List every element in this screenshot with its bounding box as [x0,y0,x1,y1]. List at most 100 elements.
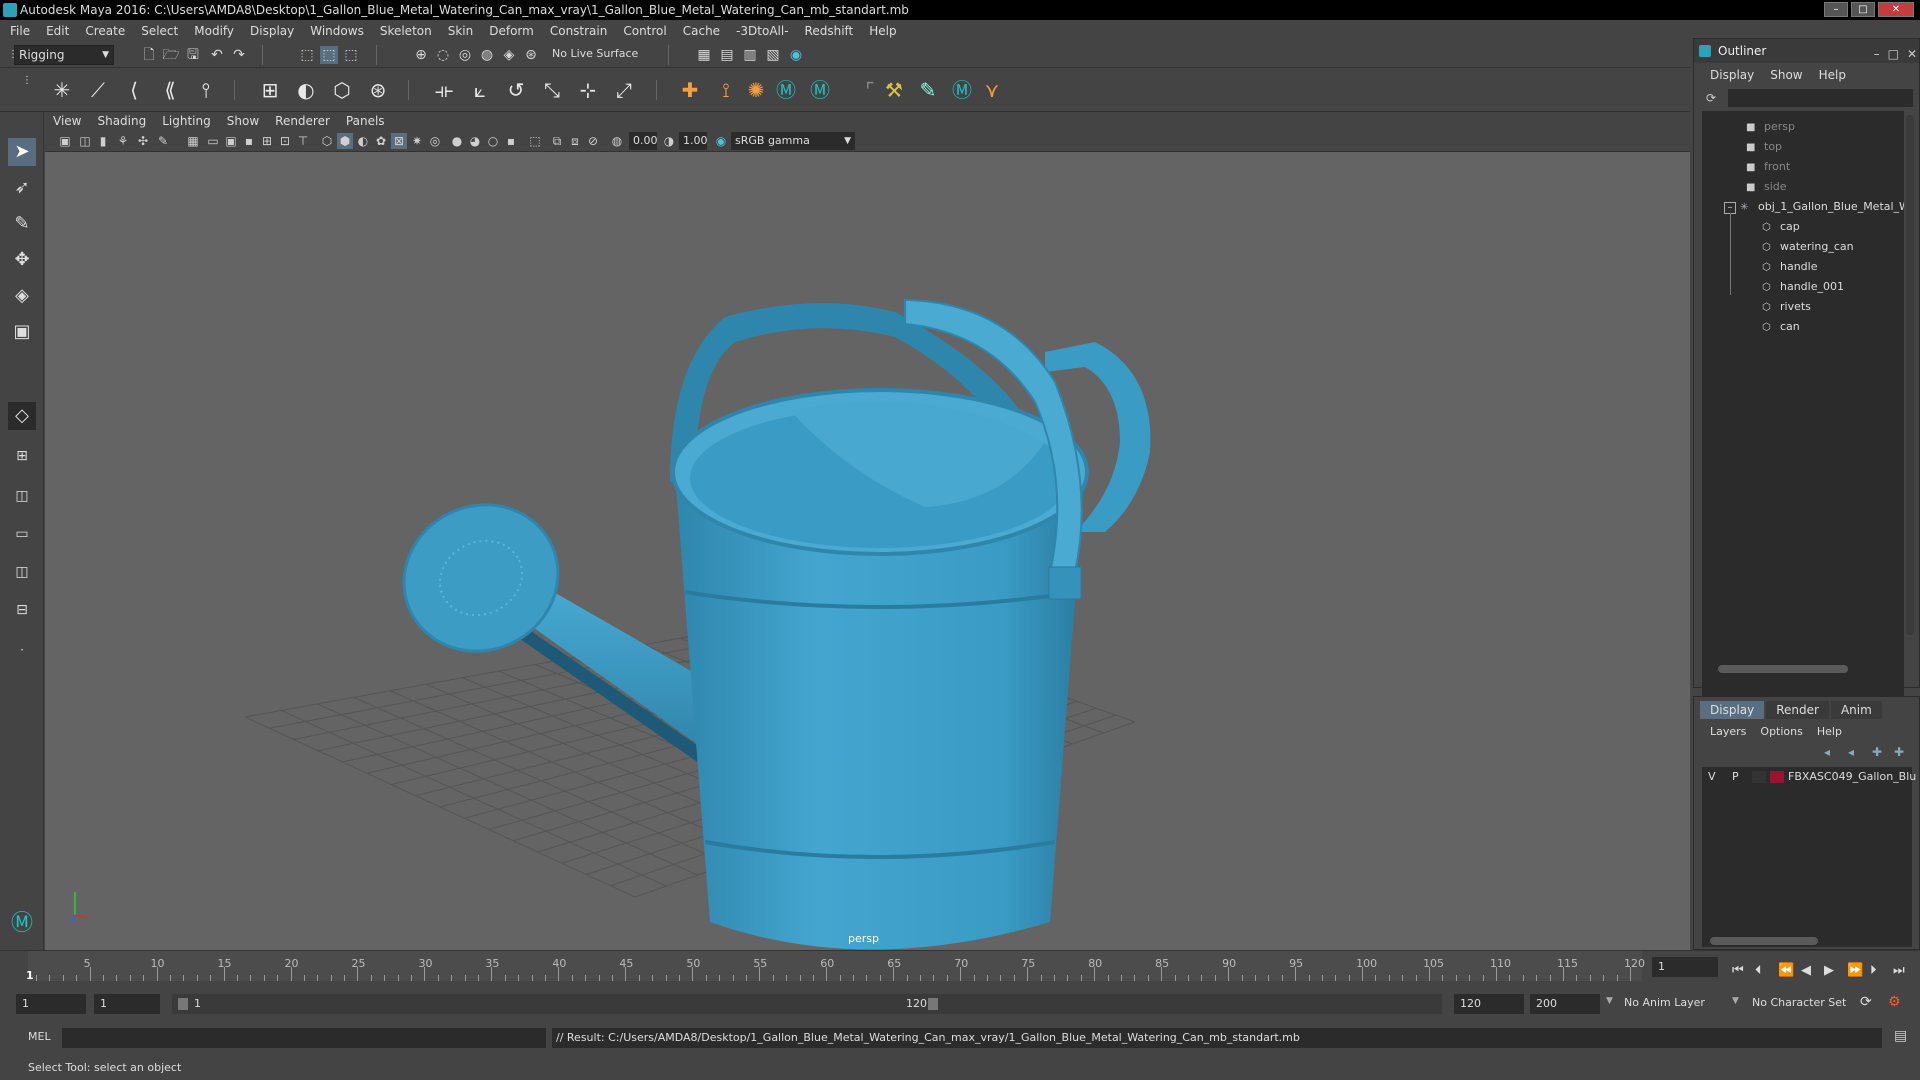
outliner-item-front[interactable]: ■ front [1746,157,1790,177]
insert-joint-icon[interactable]: ⟪ [156,76,184,104]
lasso-tool-icon[interactable]: ➶ [8,174,36,202]
camera-select-icon[interactable]: ▣ [57,133,73,149]
render-current-icon[interactable]: ▦ [695,46,713,64]
outliner-item-group[interactable]: – ✳ obj_1_Gallon_Blue_Metal_W [1724,197,1904,217]
undo-icon[interactable]: ↶ [208,46,226,64]
grease-pencil-icon[interactable]: ✎ [155,133,171,149]
viewport-panel[interactable]: View Shading Lighting Show Renderer Pane… [45,112,1690,950]
xray-joints-icon[interactable]: ⧉ [549,133,565,149]
antialias-icon[interactable]: ○ [485,133,501,149]
play-backward-icon[interactable]: ◀ [1801,963,1811,978]
backface-icon[interactable]: ⊘ [585,133,601,149]
time-ruler[interactable]: 1 5 10 15 20 25 30 35 40 45 50 55 60 65 70 75 80 85 90 95 1… [26,951,1645,982]
outliner-item-cap[interactable]: ⬡ cap [1762,217,1800,237]
outliner-item-handle-001[interactable]: ⬡ handle_001 [1762,277,1844,297]
lattice-icon[interactable]: ⬡ [328,76,356,104]
select-component-icon[interactable]: ⬚ [342,46,360,64]
layers-menu-help[interactable]: Help [1817,725,1842,738]
menu-file[interactable]: File [10,24,30,38]
use-lights-icon[interactable]: ⊠ [391,133,407,149]
colorspace-dropdown[interactable]: sRGB gamma ▼ [731,132,855,150]
menu-edit[interactable]: Edit [46,24,69,38]
scene-view[interactable] [45,152,1690,950]
maximize-button[interactable]: □ [1851,2,1875,17]
menu-windows[interactable]: Windows [310,24,364,38]
step-forward-icon[interactable]: ⏵ [1870,963,1877,978]
vp-menu-show[interactable]: Show [227,114,259,128]
menu-select[interactable]: Select [141,24,178,38]
live-surface-label[interactable]: No Live Surface [552,47,638,60]
gamma-field[interactable]: 1.00 [679,132,708,150]
scale-constraint-icon[interactable]: ⤡ [538,76,566,104]
outliner-item-top[interactable]: ■ top [1746,137,1782,157]
ik-spline-icon[interactable]: ⟨ [120,76,148,104]
cluster-icon[interactable]: ⊛ [364,76,392,104]
outliner-minimize-icon[interactable]: – [1874,42,1880,66]
menu-skeleton[interactable]: Skeleton [380,24,432,38]
move-tool-icon[interactable]: ✥ [8,246,36,274]
layers-menu-layers[interactable]: Layers [1710,725,1746,738]
hik-control-icon[interactable]: Ⓜ [806,76,834,104]
step-forward-key-icon[interactable]: ⏩ [1847,963,1863,978]
render-view-icon[interactable]: ◉ [787,46,805,64]
single-pane-icon[interactable]: ◇ [8,402,36,430]
image-plane-icon[interactable]: ⚘ [115,133,131,149]
side-by-side-icon[interactable]: ◫ [8,482,36,510]
outliner-item-watering-can[interactable]: ⬡ watering_can [1762,237,1854,257]
ambient-occlusion-icon[interactable]: ● [449,133,465,149]
locator-icon[interactable]: ✚ [676,76,704,104]
bookmark-icon[interactable]: ▮ [95,133,111,149]
color-management-icon[interactable]: ◉ [713,133,729,149]
safe-action-icon[interactable]: ⊡ [277,133,293,149]
snap-surface-icon[interactable]: ◈ [500,46,518,64]
go-to-start-icon[interactable]: ⏮ [1732,963,1744,978]
2d-pan-icon[interactable]: ✣ [135,133,151,149]
vp-menu-panels[interactable]: Panels [346,114,385,128]
graph-persp-icon[interactable]: ◫ [8,558,36,586]
layer-color-swatch[interactable] [1770,771,1784,783]
open-scene-icon[interactable]: 🗁 [162,46,180,64]
new-layer-selected-icon[interactable]: ✚ [1894,745,1904,759]
four-pane-icon[interactable]: ⊞ [8,442,36,470]
command-input[interactable] [62,1028,546,1048]
point-constraint-icon[interactable]: ⟀ [466,76,494,104]
shadows-icon[interactable]: ✷ [409,133,425,149]
outliner-menu-show[interactable]: Show [1770,68,1802,82]
resolution-gate-icon[interactable]: ▣ [223,133,239,149]
cluster-deformer-icon[interactable]: ⟟ [712,76,740,104]
menu-3dtoall[interactable]: -3DtoAll- [736,24,788,38]
motion-blur-icon[interactable]: ◕ [467,133,483,149]
parent-constraint-icon[interactable]: ⟛ [430,76,458,104]
tab-render[interactable]: Render [1766,701,1829,719]
ik-handle-icon[interactable]: ⟋ [84,76,112,104]
script-language-toggle[interactable]: MEL [28,1030,51,1043]
pole-vector-icon[interactable]: ⤢ [610,76,638,104]
time-slider[interactable]: 1 5 10 15 20 25 30 35 40 45 50 55 60 65 70 75 80 85 90 95 1… [0,950,1920,990]
menu-cache[interactable]: Cache [683,24,720,38]
grid-icon[interactable]: ▦ [185,133,201,149]
xray-icon[interactable]: ◎ [427,133,443,149]
smooth-shade-icon[interactable]: ⬢ [337,133,353,149]
outliner-maximize-icon[interactable]: □ [1888,42,1899,66]
select-hierarchy-icon[interactable]: ⬚ [298,46,316,64]
paint-skin-icon[interactable]: ✎ [914,76,942,104]
outliner-h-scrollbar[interactable] [1718,665,1848,673]
go-to-end-icon[interactable]: ⏭ [1893,963,1905,978]
wireframe-on-shaded-icon[interactable]: ◐ [355,133,371,149]
new-layer-icon[interactable]: ✚ [1872,745,1882,759]
move-layer-down-icon[interactable]: ◂ [1848,745,1854,759]
xray-active-icon[interactable]: ⧈ [567,133,583,149]
outliner-close-icon[interactable]: ✕ [1907,42,1917,66]
range-start-handle[interactable] [178,998,188,1010]
snap-magnet-icon[interactable]: ⊛ [522,46,540,64]
bind-skin-icon[interactable]: ⊞ [256,76,284,104]
auto-key-icon[interactable]: ⟳ [1860,994,1872,1010]
hik-icon[interactable]: Ⓜ [772,76,800,104]
menu-deform[interactable]: Deform [489,24,534,38]
vp-menu-lighting[interactable]: Lighting [162,114,211,128]
textured-icon[interactable]: ✿ [373,133,389,149]
layer-type-toggle[interactable] [1752,771,1766,783]
select-object-icon[interactable]: ⬚ [320,46,338,64]
gamma-icon[interactable]: ◑ [661,133,677,149]
hik-character-icon[interactable]: Ⓜ [948,76,976,104]
